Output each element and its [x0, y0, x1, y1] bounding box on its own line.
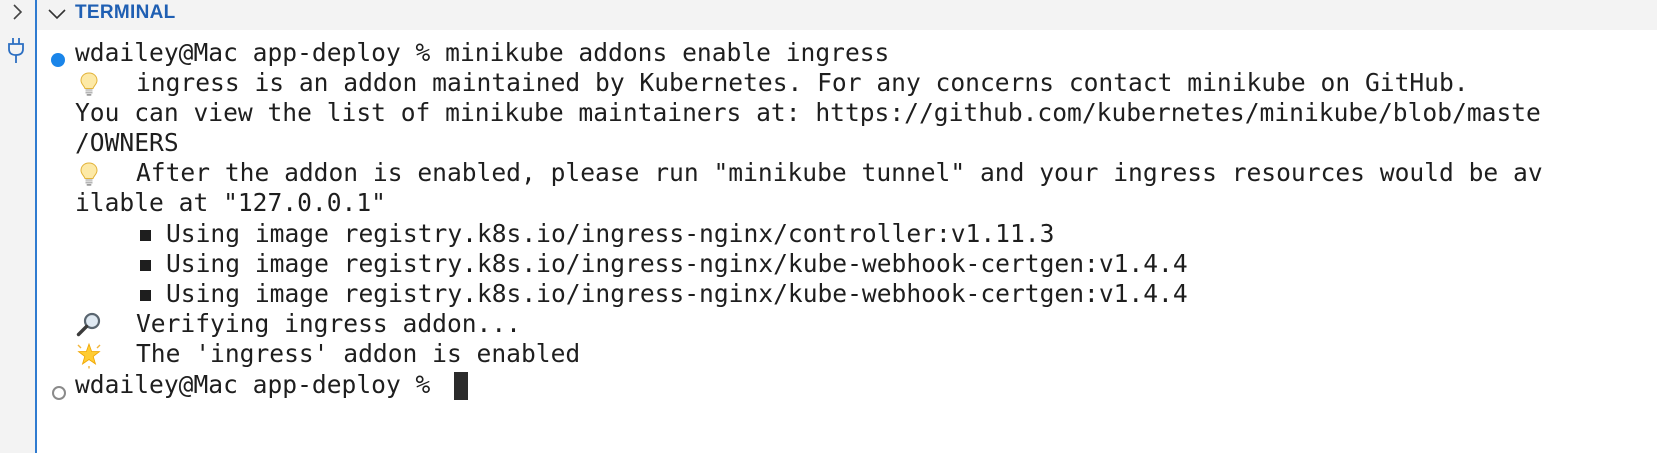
text-cursor: [454, 372, 468, 400]
terminal-panel-header: TERMINAL: [37, 0, 1657, 30]
bullet-icon: [140, 230, 151, 241]
tip-text: You can view the list of minikube mainta…: [75, 98, 1541, 127]
terminal-line: Using image registry.k8s.io/ingress-ngin…: [37, 219, 1657, 249]
terminal-line: The 'ingress' addon is enabled: [37, 339, 1657, 369]
terminal-line: Using image registry.k8s.io/ingress-ngin…: [37, 279, 1657, 309]
prompt-status-dot[interactable]: [52, 386, 66, 400]
terminal-line: Using image registry.k8s.io/ingress-ngin…: [37, 249, 1657, 279]
bullet-icon: [140, 290, 151, 301]
tip-text: ingress is an addon maintained by Kubern…: [136, 68, 1469, 97]
command-text: wdailey@Mac app-deploy % minikube addons…: [75, 38, 890, 67]
image-text: Using image registry.k8s.io/ingress-ngin…: [166, 219, 1055, 248]
activity-bar: [0, 0, 37, 453]
lightbulb-icon: [80, 162, 98, 186]
lightbulb-icon: [80, 72, 98, 96]
chevron-down-icon[interactable]: [47, 4, 67, 24]
tip-text: ilable at "127.0.0.1": [75, 188, 386, 217]
status-text: Verifying ingress addon...: [136, 309, 521, 338]
command-status-dot[interactable]: [51, 53, 65, 67]
terminal-line: /OWNERS: [37, 128, 1657, 158]
prompt-text: wdailey@Mac app-deploy %: [75, 370, 446, 399]
panel-title[interactable]: TERMINAL: [75, 0, 176, 26]
terminal-line: ilable at "127.0.0.1": [37, 188, 1657, 218]
terminal-line: wdailey@Mac app-deploy %: [37, 370, 1657, 400]
terminal-line: wdailey@Mac app-deploy % minikube addons…: [37, 38, 1657, 68]
status-text: The 'ingress' addon is enabled: [136, 339, 581, 368]
terminal-output[interactable]: wdailey@Mac app-deploy % minikube addons…: [37, 30, 1657, 453]
terminal-line: ingress is an addon maintained by Kubern…: [37, 68, 1657, 98]
magnifying-glass-icon: [76, 312, 101, 337]
tip-text: After the addon is enabled, please run "…: [136, 158, 1543, 187]
glowing-star-icon: [77, 342, 101, 369]
image-text: Using image registry.k8s.io/ingress-ngin…: [166, 279, 1188, 308]
plug-icon[interactable]: [6, 36, 26, 66]
terminal-line: Verifying ingress addon...: [37, 309, 1657, 339]
terminal-line: After the addon is enabled, please run "…: [37, 158, 1657, 188]
chevron-right-icon[interactable]: [8, 3, 26, 21]
bullet-icon: [140, 260, 151, 271]
image-text: Using image registry.k8s.io/ingress-ngin…: [166, 249, 1188, 278]
terminal-line: You can view the list of minikube mainta…: [37, 98, 1657, 128]
tip-text: /OWNERS: [75, 128, 179, 157]
